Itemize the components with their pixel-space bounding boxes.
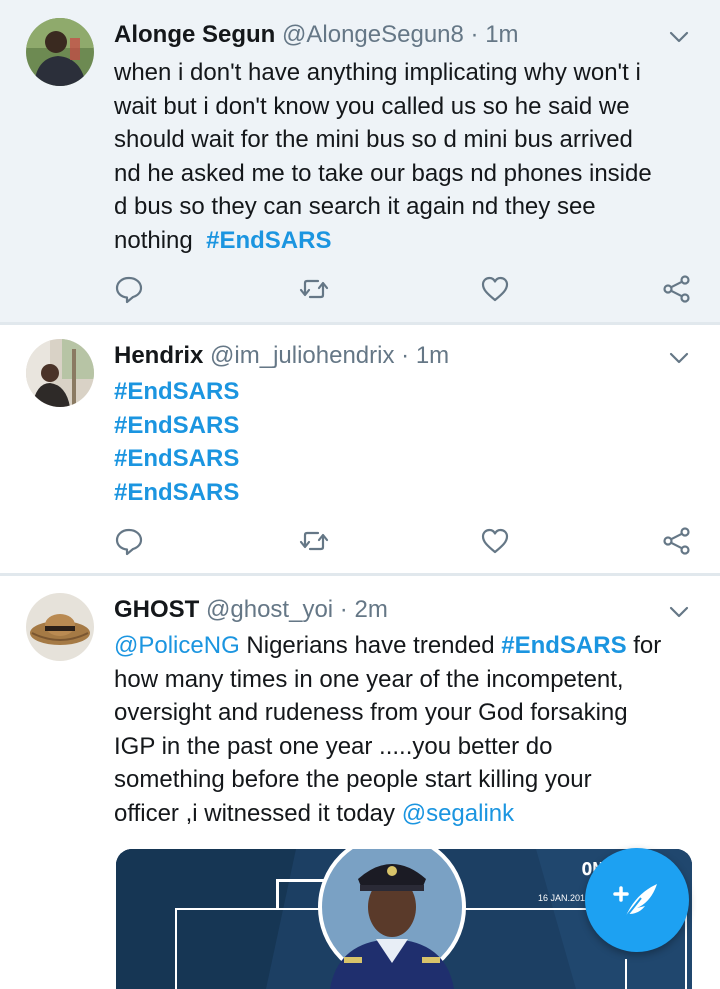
divider (0, 573, 720, 576)
text-line: something before the people start killin… (114, 766, 592, 793)
reply-icon[interactable] (114, 274, 144, 304)
tweet-header: Hendrix @im_juliohendrix · 1m (114, 339, 690, 373)
text-line: d bus so they can search it again nd the… (114, 193, 596, 220)
retweet-icon[interactable] (299, 526, 329, 556)
reply-icon[interactable] (114, 526, 144, 556)
media-date: 16 JAN.2019 (537, 893, 590, 903)
like-icon[interactable] (480, 526, 510, 556)
tweet-text: @PoliceNG Nigerians have trended #EndSAR… (114, 629, 698, 830)
chevron-down-icon[interactable] (668, 601, 690, 623)
text-line: when i don't have anything implicating w… (114, 59, 641, 86)
hashtag-link[interactable]: #EndSARS (114, 476, 698, 510)
avatar[interactable] (26, 339, 94, 407)
share-icon[interactable] (662, 526, 692, 556)
text-segment: nothing (114, 226, 193, 254)
like-icon[interactable] (480, 274, 510, 304)
hashtag-link[interactable]: #EndSARS (114, 375, 698, 409)
display-name[interactable]: GHOST (114, 596, 199, 623)
hashtag-link[interactable]: #EndSARS (206, 227, 331, 254)
hashtag-link[interactable]: #EndSARS (501, 632, 626, 659)
hashtag-link[interactable]: #EndSARS (114, 409, 698, 443)
hashtag-link[interactable]: #EndSARS (114, 442, 698, 476)
user-handle[interactable]: @im_juliohendrix (210, 342, 394, 369)
timestamp[interactable]: 1m (416, 342, 449, 369)
chevron-down-icon[interactable] (668, 347, 690, 369)
separator-dot: · (339, 596, 348, 623)
retweet-icon[interactable] (299, 274, 329, 304)
mention-link[interactable]: @segalink (402, 800, 514, 827)
display-name[interactable]: Alonge Segun (114, 21, 275, 48)
text-line: wait but i don't know you called us so h… (114, 92, 630, 120)
tweet-text: #EndSARS #EndSARS #EndSARS #EndSARS (114, 375, 698, 509)
text-line: how many times in one year of the incomp… (114, 665, 624, 693)
tweet-text: when i don't have anything implicating w… (114, 56, 698, 257)
separator-dot: · (470, 21, 479, 48)
share-icon[interactable] (662, 274, 692, 304)
tweet-actions (114, 274, 704, 308)
avatar[interactable] (26, 593, 94, 661)
compose-tweet-icon (613, 884, 657, 919)
tweet-header: Alonge Segun @AlongeSegun8 · 1m (114, 18, 690, 52)
text-line: officer ,i witnessed it today @segalink (114, 797, 698, 831)
text-line: @PoliceNG Nigerians have trended #EndSAR… (114, 629, 698, 663)
text-line: IGP in the past one year .....you better… (114, 732, 553, 760)
tweet-card[interactable]: Alonge Segun @AlongeSegun8 · 1m when i d… (0, 0, 720, 322)
tweet-actions (114, 526, 704, 560)
text-segment: Nigerians have trended (239, 632, 502, 659)
text-line: nd he asked me to take our bags nd phone… (114, 159, 652, 187)
text-segment: for (626, 632, 662, 659)
text-segment: officer ,i witnessed it today (114, 799, 402, 827)
user-handle[interactable]: @AlongeSegun8 (282, 21, 464, 48)
chevron-down-icon[interactable] (668, 26, 690, 48)
tweet-header: GHOST @ghost_yoi · 2m (114, 593, 690, 627)
compose-tweet-button[interactable] (585, 848, 689, 952)
text-line: nothing #EndSARS (114, 224, 698, 258)
user-handle[interactable]: @ghost_yoi (206, 596, 333, 623)
separator-dot: · (401, 342, 410, 369)
avatar[interactable] (26, 18, 94, 86)
tweet-card[interactable]: Hendrix @im_juliohendrix · 1m #EndSARS #… (0, 325, 720, 573)
text-line: oversight and rudeness from your God for… (114, 699, 628, 726)
timestamp[interactable]: 1m (485, 21, 518, 48)
display-name[interactable]: Hendrix (114, 342, 203, 369)
mention-link[interactable]: @PoliceNG (114, 632, 240, 659)
text-line: should wait for the mini bus so d mini b… (114, 126, 633, 153)
timestamp[interactable]: 2m (354, 596, 387, 623)
